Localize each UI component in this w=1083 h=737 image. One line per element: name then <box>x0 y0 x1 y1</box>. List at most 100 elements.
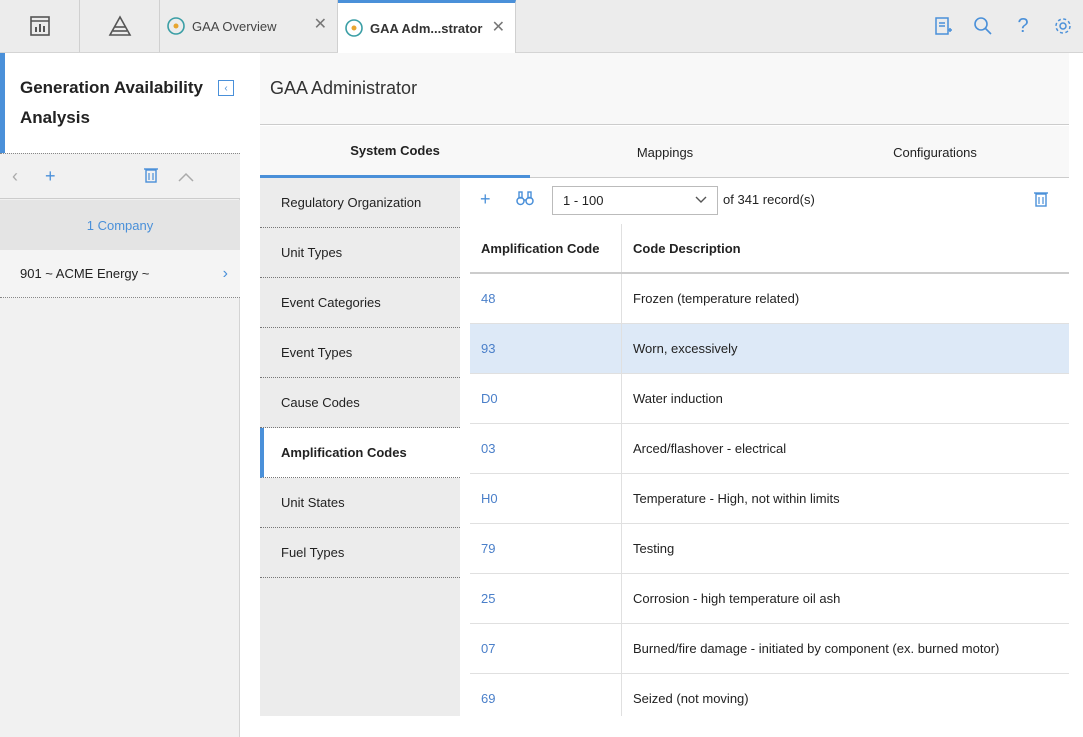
dashboard-button[interactable] <box>0 0 80 52</box>
page-range-value: 1 - 100 <box>563 193 604 208</box>
top-bar: GAA Overview ✕ GAA Adm...strator ✕ ? <box>0 0 1083 53</box>
pyramid-icon <box>108 15 131 36</box>
code-link[interactable]: 79 <box>481 541 495 556</box>
left-toolbar: ‹ + <box>0 153 240 199</box>
gear-icon <box>1055 18 1071 34</box>
dashboard-icon <box>29 16 50 36</box>
close-icon[interactable]: ✕ <box>314 17 327 33</box>
chevron-right-icon: › <box>222 264 228 282</box>
page-title: Generation Availability Analysis <box>20 78 203 127</box>
code-item-event-categories[interactable]: Event Categories <box>260 278 460 328</box>
grid-toolbar: + 1 - 100 of 341 record(s) <box>460 178 1069 224</box>
left-panel-header: Generation Availability Analysis ‹ <box>0 53 240 153</box>
tab-gaa-overview[interactable]: GAA Overview ✕ <box>160 0 338 52</box>
table-row[interactable]: 07 Burned/fire damage - initiated by com… <box>470 624 1069 674</box>
code-item-fuel-types[interactable]: Fuel Types <box>260 528 460 578</box>
table-header-row: Amplification Code Code Description <box>470 224 1069 274</box>
page-range-select[interactable]: 1 - 100 <box>552 186 718 215</box>
code-cell: 48 <box>470 274 622 323</box>
close-icon[interactable]: ✕ <box>492 20 505 36</box>
tab-label: GAA Overview <box>192 18 277 34</box>
code-item-amplification-codes[interactable]: Amplification Codes <box>260 428 460 478</box>
description-cell: Burned/fire damage - initiated by compon… <box>633 641 1000 656</box>
table-row[interactable]: H0 Temperature - High, not within limits <box>470 474 1069 524</box>
search-icon <box>974 17 992 35</box>
code-item-unit-states[interactable]: Unit States <box>260 478 460 528</box>
tab-mappings[interactable]: Mappings <box>530 126 800 178</box>
description-cell: Corrosion - high temperature oil ash <box>633 591 841 606</box>
column-header[interactable]: Code Description <box>622 224 1069 272</box>
tab-configurations[interactable]: Configurations <box>800 126 1070 178</box>
description-cell: Water induction <box>633 391 723 406</box>
company-count[interactable]: 1 Company <box>0 200 240 250</box>
collapse-button[interactable]: ‹ <box>218 80 234 96</box>
tab-system-codes[interactable]: System Codes <box>260 126 530 178</box>
code-cell: 69 <box>470 674 622 716</box>
chevron-up-icon[interactable] <box>178 166 194 187</box>
clipboard-icon <box>935 17 952 35</box>
column-header[interactable]: Amplification Code <box>470 224 622 272</box>
code-link[interactable]: H0 <box>481 491 498 506</box>
table-row[interactable]: 69 Seized (not moving) <box>470 674 1069 716</box>
tab-gaa-administrator[interactable]: GAA Adm...strator ✕ <box>338 0 516 53</box>
code-cell: H0 <box>470 474 622 523</box>
add-icon[interactable]: + <box>480 190 491 208</box>
code-link[interactable]: 07 <box>481 641 495 656</box>
binoculars-icon[interactable] <box>516 190 534 209</box>
table-row[interactable]: 48 Frozen (temperature related) <box>470 274 1069 324</box>
code-item-regulatory-organization[interactable]: Regulatory Organization <box>260 178 460 228</box>
help-button[interactable]: ? <box>1003 0 1043 52</box>
code-cell: 93 <box>470 324 622 373</box>
code-link[interactable]: 69 <box>481 691 495 706</box>
left-panel: Generation Availability Analysis ‹ ‹ + 1… <box>0 53 240 737</box>
description-cell: Testing <box>633 541 675 556</box>
list-item[interactable]: 901 ~ ACME Energy ~ › <box>0 250 240 298</box>
code-cell: 25 <box>470 574 622 623</box>
add-icon[interactable]: + <box>45 166 56 187</box>
record-total: 341 <box>737 192 760 207</box>
top-icons: ? <box>923 0 1083 52</box>
back-icon[interactable]: ‹ <box>12 166 18 187</box>
main-header: GAA Administrator <box>260 53 1069 125</box>
code-cell: D0 <box>470 374 622 423</box>
code-item-event-types[interactable]: Event Types <box>260 328 460 378</box>
table-row[interactable]: 79 Testing <box>470 524 1069 574</box>
records-label: record(s) <box>762 192 815 207</box>
company-label: 901 ~ ACME Energy ~ <box>20 266 150 281</box>
description-cell: Arced/flashover - electrical <box>633 441 787 456</box>
gaa-icon <box>167 17 185 35</box>
code-link[interactable]: 93 <box>481 341 495 356</box>
chevron-down-icon <box>695 193 707 207</box>
code-link[interactable]: 48 <box>481 291 495 306</box>
table-row[interactable]: D0 Water induction <box>470 374 1069 424</box>
of-label: of <box>723 192 734 207</box>
description-cell: Frozen (temperature related) <box>633 291 800 306</box>
gaa-icon <box>345 19 363 37</box>
hierarchy-button[interactable] <box>80 0 160 52</box>
code-link[interactable]: D0 <box>481 391 498 406</box>
subtabs: System Codes Mappings Configurations <box>260 126 1069 178</box>
code-cell: 07 <box>470 624 622 673</box>
settings-button[interactable] <box>1043 0 1083 52</box>
tab-label: GAA Adm...strator <box>370 20 483 36</box>
delete-icon[interactable] <box>143 166 159 189</box>
description-cell: Worn, excessively <box>633 341 738 356</box>
code-link[interactable]: 03 <box>481 441 495 456</box>
description-cell: Temperature - High, not within limits <box>633 491 840 506</box>
help-icon: ? <box>1017 14 1029 37</box>
chevron-left-icon: ‹ <box>224 82 228 94</box>
code-link[interactable]: 25 <box>481 591 495 606</box>
code-item-unit-types[interactable]: Unit Types <box>260 228 460 278</box>
queue-button[interactable] <box>923 0 963 52</box>
delete-icon[interactable] <box>1033 190 1049 211</box>
codes-table: Amplification Code Code Description 48 F… <box>470 224 1069 716</box>
code-item-cause-codes[interactable]: Cause Codes <box>260 378 460 428</box>
grid-area: + 1 - 100 of 341 record(s) Amplification… <box>460 178 1069 716</box>
code-list: Regulatory Organization Unit Types Event… <box>260 178 460 716</box>
search-button[interactable] <box>963 0 1003 52</box>
table-row[interactable]: 25 Corrosion - high temperature oil ash <box>470 574 1069 624</box>
table-row[interactable]: 03 Arced/flashover - electrical <box>470 424 1069 474</box>
table-row[interactable]: 93 Worn, excessively <box>470 324 1069 374</box>
record-count: of 341 record(s) <box>723 192 815 207</box>
code-cell: 03 <box>470 424 622 473</box>
